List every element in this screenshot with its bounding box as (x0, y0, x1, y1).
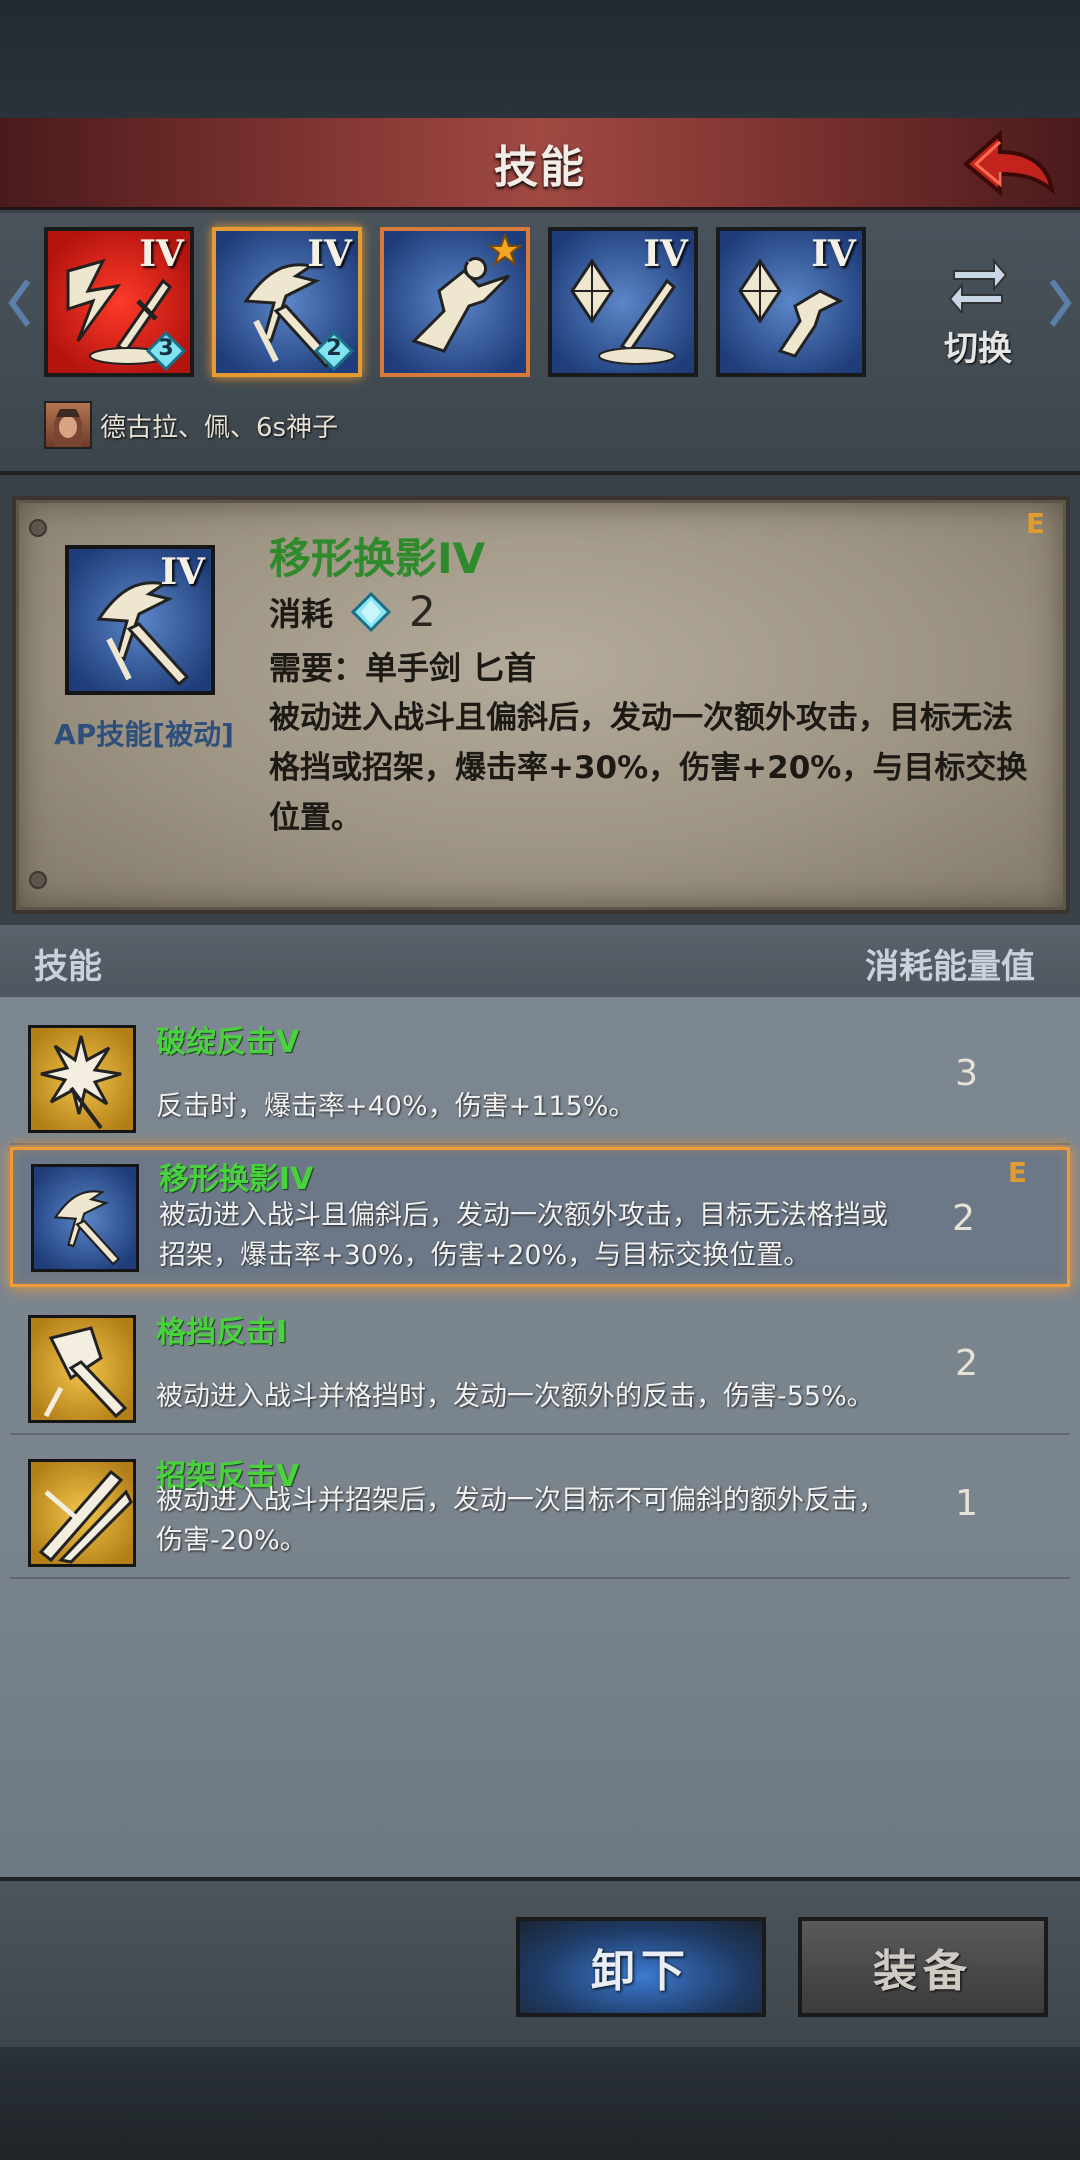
skill-level: IV (811, 233, 856, 275)
equipped-tag: E (1025, 507, 1045, 540)
party-names: 德古拉、佩、6s神子 (100, 412, 339, 443)
footer-strip (0, 2047, 1080, 2160)
equipped-skill-slot[interactable] (380, 227, 530, 377)
skill-level: IV (307, 233, 352, 275)
chevron-right-icon[interactable] (1046, 273, 1074, 333)
requirement: 需要：单手剑 匕首 (269, 649, 537, 687)
unequip-button[interactable]: 卸下 (516, 1917, 766, 2017)
skill-description: 反击时，爆击率+40%，伤害+115%。 (156, 1091, 636, 1122)
avatar (44, 401, 92, 449)
skill-cost: 3 (955, 1053, 978, 1094)
list-item[interactable]: 格挡反击I 被动进入战斗并格挡时，发动一次额外的反击，伤害-55%。 2 (10, 1295, 1070, 1435)
party-row: 德古拉、佩、6s神子 (44, 399, 338, 451)
equip-button[interactable]: 装备 (798, 1917, 1048, 2017)
parry-counter-icon (38, 1469, 133, 1564)
gem-count: 2 (326, 336, 342, 361)
gem-count-badge: 2 (313, 330, 355, 372)
skill-cost: 2 (955, 1343, 978, 1384)
skill-type-label: AP技能[被动] (54, 718, 234, 751)
detail-skill-name: 移形换影IV (269, 534, 486, 583)
skill-name: 破绽反击V (156, 1025, 300, 1060)
skill-icon (28, 1025, 136, 1133)
skill-name: 移形换影IV (159, 1162, 314, 1197)
star-icon (488, 233, 522, 267)
detail-description: 被动进入战斗且偏斜后，发动一次额外攻击，目标无法格挡或招架，爆击率+30%，伤害… (269, 700, 1028, 836)
gem-count: 3 (158, 336, 174, 361)
skill-detail-panel: IV AP技能[被动] 移形换影IV E 消耗 2 需要：单手剑 匕首 被动进入… (16, 500, 1066, 910)
equipped-skills-strip: IV 3 IV 2 IV IV 切换 德古拉、佩、6s神子 (0, 213, 1080, 475)
skill-cost: 2 (952, 1198, 975, 1239)
switch-button[interactable]: 切换 (918, 253, 1038, 373)
shadow-step-icon (53, 1190, 121, 1266)
chevron-left-icon[interactable] (6, 273, 34, 333)
skill-name: 格挡反击I (156, 1315, 288, 1350)
detail-skill-icon: IV (65, 545, 215, 695)
column-energy-cost: 消耗能量值 (865, 947, 1035, 987)
switch-label: 切换 (944, 329, 1012, 369)
skill-list-header: 技能 消耗能量值 (0, 925, 1080, 997)
rivet (29, 871, 47, 889)
skill-description: 被动进入战斗并招架后，发动一次目标不可偏斜的额外反击，伤害-20%。 (156, 1485, 885, 1556)
skill-icon (31, 1164, 139, 1272)
gem-count-badge: 3 (145, 330, 187, 372)
skill-cost: 1 (955, 1483, 978, 1524)
equipped-tag: E (1007, 1156, 1027, 1189)
skill-level: IV (139, 233, 184, 275)
cost-value: 2 (409, 587, 436, 636)
skill-description: 被动进入战斗并格挡时，发动一次额外的反击，伤害-55%。 (156, 1381, 874, 1412)
skill-level: IV (643, 233, 688, 275)
page-title: 技能 (494, 141, 586, 193)
skill-icon (28, 1459, 136, 1567)
cost-label: 消耗 (269, 594, 334, 633)
skill-level: IV (160, 551, 205, 593)
status-area (0, 0, 1080, 118)
skill-icon (28, 1315, 136, 1423)
title-bar: 技能 (0, 118, 1080, 210)
column-skill: 技能 (34, 947, 102, 987)
gem-icon (351, 591, 392, 632)
equipped-skill-slot-selected[interactable]: IV 2 (212, 227, 362, 377)
equipped-skill-slot[interactable]: IV (716, 227, 866, 377)
list-item-selected[interactable]: 移形换影IV E 被动进入战斗且偏斜后，发动一次额外攻击，目标无法格挡或招架，爆… (10, 1147, 1070, 1287)
equipped-skill-slot[interactable]: IV 3 (44, 227, 194, 377)
skill-list: 破绽反击V 反击时，爆击率+40%，伤害+115%。 3 移形换影IV E 被动… (0, 997, 1080, 1877)
equipped-skill-slot[interactable]: IV (548, 227, 698, 377)
flaw-counter-icon (40, 1035, 122, 1130)
cost-row: 消耗 2 (269, 587, 436, 636)
block-counter-icon (43, 1326, 128, 1419)
skill-description: 被动进入战斗且偏斜后，发动一次额外攻击，目标无法格挡或招架，爆击率+30%，伤害… (159, 1200, 888, 1271)
list-item[interactable]: 招架反击V 被动进入战斗并招架后，发动一次目标不可偏斜的额外反击，伤害-20%。… (10, 1439, 1070, 1579)
swap-arrows-icon (948, 258, 1008, 316)
rivet (29, 519, 47, 537)
action-bar: 卸下 装备 (0, 1877, 1080, 2047)
list-item[interactable]: 破绽反击V 反击时，爆击率+40%，伤害+115%。 3 (10, 1005, 1070, 1145)
back-arrow-icon[interactable] (960, 126, 1060, 200)
